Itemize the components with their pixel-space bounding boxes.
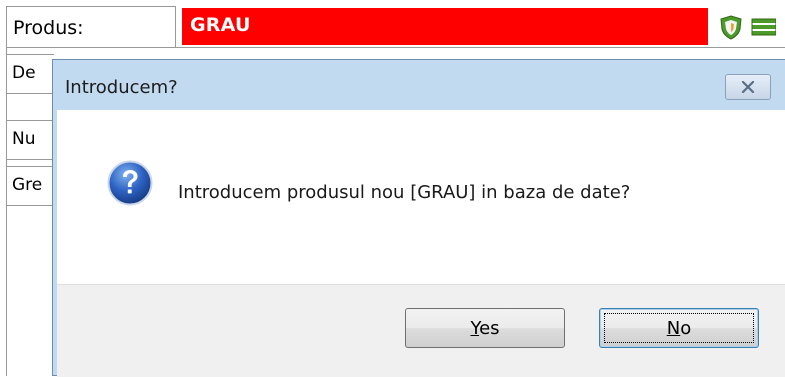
confirm-dialog: Introducem? Introducem produsul nou [GRA… xyxy=(52,59,785,377)
side-row-label: Nu xyxy=(12,129,36,149)
produs-label: Produs: xyxy=(13,17,84,39)
produs-label-box: Produs: xyxy=(6,6,176,47)
side-row-gre: Gre xyxy=(6,166,54,206)
form-left-border xyxy=(6,47,7,376)
produs-value: GRAU xyxy=(190,14,251,36)
side-row-de: De xyxy=(6,54,54,94)
no-button[interactable]: No xyxy=(599,308,759,348)
side-row-nu: Nu xyxy=(6,120,54,160)
yes-button-label: Yes xyxy=(470,317,500,339)
dialog-message: Introducem produsul nou [GRAU] in baza d… xyxy=(178,182,631,203)
message-area: Introducem produsul nou [GRAU] in baza d… xyxy=(57,110,785,284)
dialog-title: Introducem? xyxy=(65,77,178,98)
question-icon xyxy=(107,160,153,206)
close-icon xyxy=(741,81,755,93)
green-shield-icon[interactable] xyxy=(718,14,744,40)
dialog-titlebar[interactable]: Introducem? xyxy=(53,60,785,110)
yes-button[interactable]: Yes xyxy=(405,308,565,348)
no-button-label: No xyxy=(666,317,692,339)
side-row-label: Gre xyxy=(12,175,43,195)
produs-field[interactable]: GRAU xyxy=(182,8,708,45)
side-row-label: De xyxy=(12,63,36,83)
produs-row: Produs: GRAU xyxy=(6,6,785,48)
green-list-icon[interactable] xyxy=(750,14,776,40)
close-button[interactable] xyxy=(725,74,771,100)
